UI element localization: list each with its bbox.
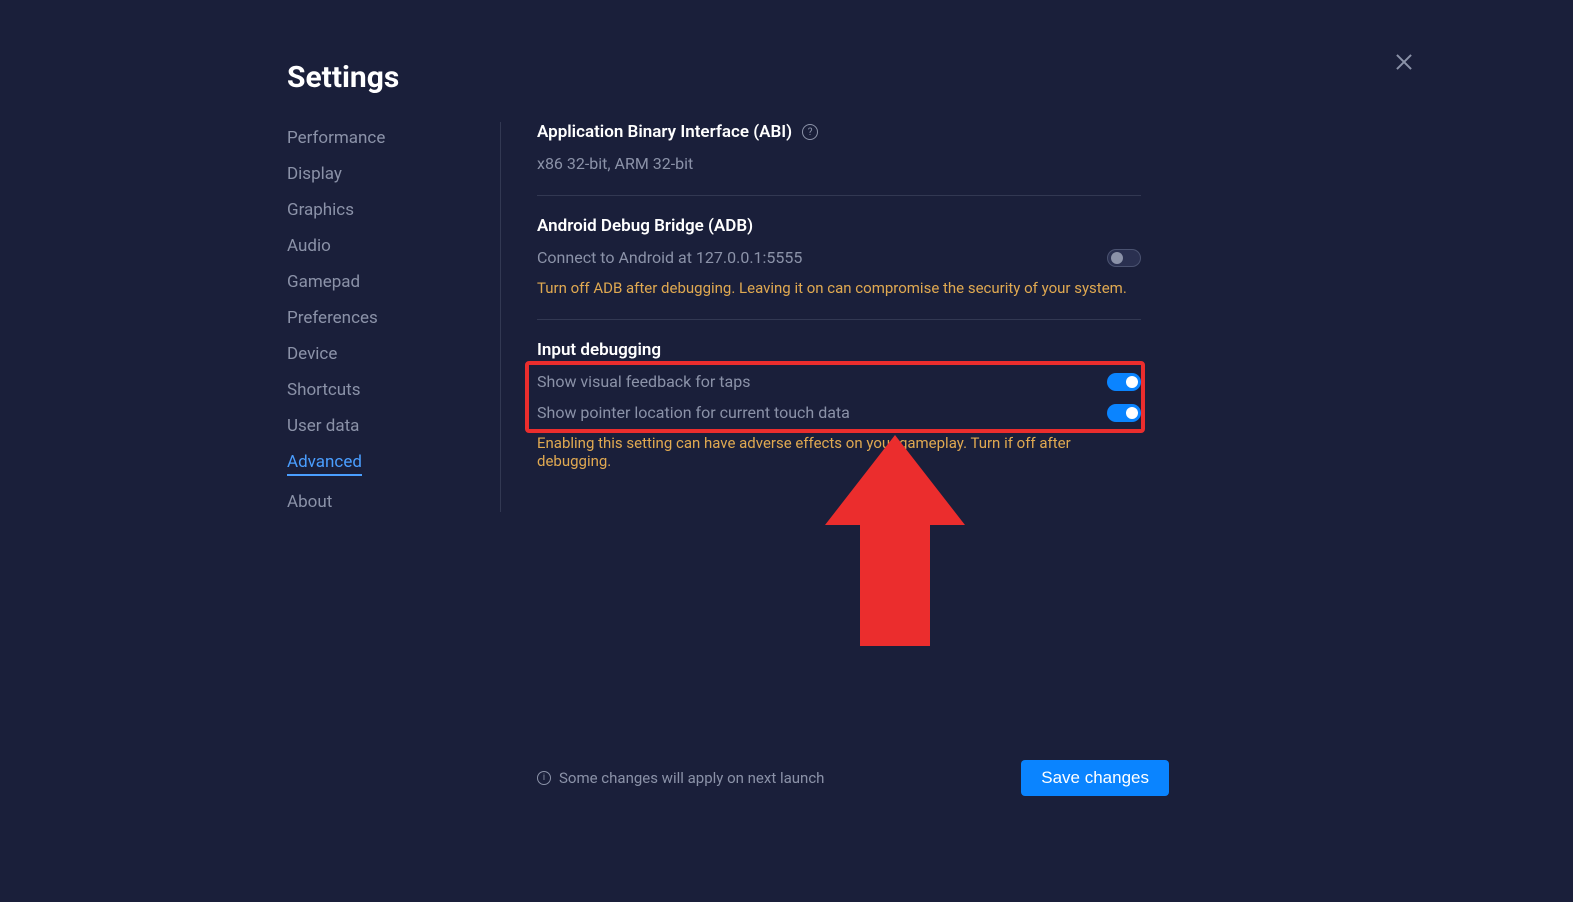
page-title: Settings	[287, 60, 399, 95]
help-icon[interactable]: ?	[802, 124, 818, 140]
adb-warning: Turn off ADB after debugging. Leaving it…	[537, 279, 1141, 297]
sidebar-item-display[interactable]: Display	[287, 164, 342, 184]
sidebar-item-about[interactable]: About	[287, 492, 332, 512]
sidebar: Performance Display Graphics Audio Gamep…	[287, 128, 497, 512]
taps-label: Show visual feedback for taps	[537, 372, 1107, 391]
sidebar-item-gamepad[interactable]: Gamepad	[287, 272, 360, 292]
input-debugging-title: Input debugging	[537, 340, 661, 360]
info-icon: i	[537, 771, 551, 785]
sidebar-item-preferences[interactable]: Preferences	[287, 308, 378, 328]
sidebar-item-device[interactable]: Device	[287, 344, 337, 364]
abi-section: Application Binary Interface (ABI) ? x86…	[537, 122, 1141, 196]
sidebar-item-user-data[interactable]: User data	[287, 416, 359, 436]
sidebar-divider	[500, 122, 501, 512]
close-icon[interactable]	[1395, 53, 1413, 71]
abi-value: x86 32-bit, ARM 32-bit	[537, 154, 1141, 173]
adb-connect-label: Connect to Android at 127.0.0.1:5555	[537, 248, 1107, 267]
taps-toggle[interactable]	[1107, 373, 1141, 391]
abi-title: Application Binary Interface (ABI)	[537, 122, 792, 142]
input-debugging-warning: Enabling this setting can have adverse e…	[537, 434, 1141, 470]
save-changes-button[interactable]: Save changes	[1021, 760, 1169, 796]
content-panel: Application Binary Interface (ABI) ? x86…	[537, 122, 1141, 512]
sidebar-item-advanced[interactable]: Advanced	[287, 452, 362, 476]
adb-toggle[interactable]	[1107, 249, 1141, 267]
sidebar-item-shortcuts[interactable]: Shortcuts	[287, 380, 361, 400]
footer-note-text: Some changes will apply on next launch	[559, 769, 824, 787]
sidebar-item-audio[interactable]: Audio	[287, 236, 331, 256]
input-debugging-section: Input debugging Show visual feedback for…	[537, 340, 1141, 492]
sidebar-item-graphics[interactable]: Graphics	[287, 200, 354, 220]
adb-section: Android Debug Bridge (ADB) Connect to An…	[537, 216, 1141, 320]
sidebar-item-performance[interactable]: Performance	[287, 128, 385, 148]
pointer-toggle[interactable]	[1107, 404, 1141, 422]
adb-title: Android Debug Bridge (ADB)	[537, 216, 753, 236]
footer-note: i Some changes will apply on next launch	[537, 769, 824, 787]
pointer-label: Show pointer location for current touch …	[537, 403, 1107, 422]
